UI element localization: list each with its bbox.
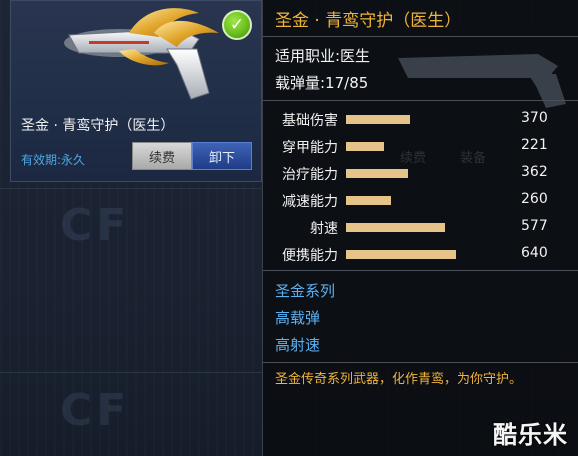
weapon-card[interactable]: ✓ 圣金 · 青鸾守护（医生） 有效期:永久 续费 卸下 [10,0,262,182]
divider [263,36,578,37]
stat-bar [346,115,410,124]
equipped-check-icon: ✓ [222,10,252,40]
background-ghost-logo: CF [60,385,131,436]
stat-bar [346,250,456,259]
divider [263,270,578,271]
stat-value: 221 [521,137,548,153]
stat-value: 577 [521,218,548,234]
tag-ammo: 高载弹 [275,309,321,327]
stat-value: 370 [521,110,548,126]
tag-firerate: 高射速 [275,336,321,354]
stat-label: 治疗能力 [282,167,338,183]
validity-text: 有效期:永久 [21,153,86,167]
slot-divider [0,372,262,373]
stat-bar [346,169,408,178]
watermark-text: 酷乐米 [493,421,568,449]
description-text: 圣金传奇系列武器，化作青鸾，为你守护。 [275,372,523,387]
weapon-image [64,8,219,100]
stat-label: 基础伤害 [282,113,338,129]
background-ghost-button: 装备 [460,151,487,166]
divider [263,100,578,101]
tag-series: 圣金系列 [275,282,336,300]
background-ghost-logo: CF [60,200,131,251]
weapon-info-panel: 圣金 · 青鸾守护（医生） 适用职业:医生 载弹量:17/85 续费 装备 基础… [262,0,578,456]
stat-value: 362 [521,164,548,180]
background-weapon-silhouette [398,54,566,108]
ammo-text: 载弹量:17/85 [275,74,369,92]
stat-label: 射速 [310,221,338,237]
profession-text: 适用职业:医生 [275,47,371,65]
stat-value: 260 [521,191,548,207]
stat-label: 便携能力 [282,248,338,264]
panel-title: 圣金 · 青鸾守护（医生） [275,11,462,31]
stat-label: 穿甲能力 [282,140,338,156]
stat-bar [346,196,391,205]
weapon-name: 圣金 · 青鸾守护（医生） [21,118,175,134]
stat-bar [346,223,445,232]
renew-button[interactable]: 续费 [132,142,192,170]
background-ghost-button: 续费 [400,151,427,166]
stat-bar [346,142,384,151]
stat-value: 640 [521,245,548,261]
divider [263,362,578,363]
unequip-button[interactable]: 卸下 [192,142,252,170]
stat-label: 减速能力 [282,194,338,210]
slot-divider [0,188,262,189]
